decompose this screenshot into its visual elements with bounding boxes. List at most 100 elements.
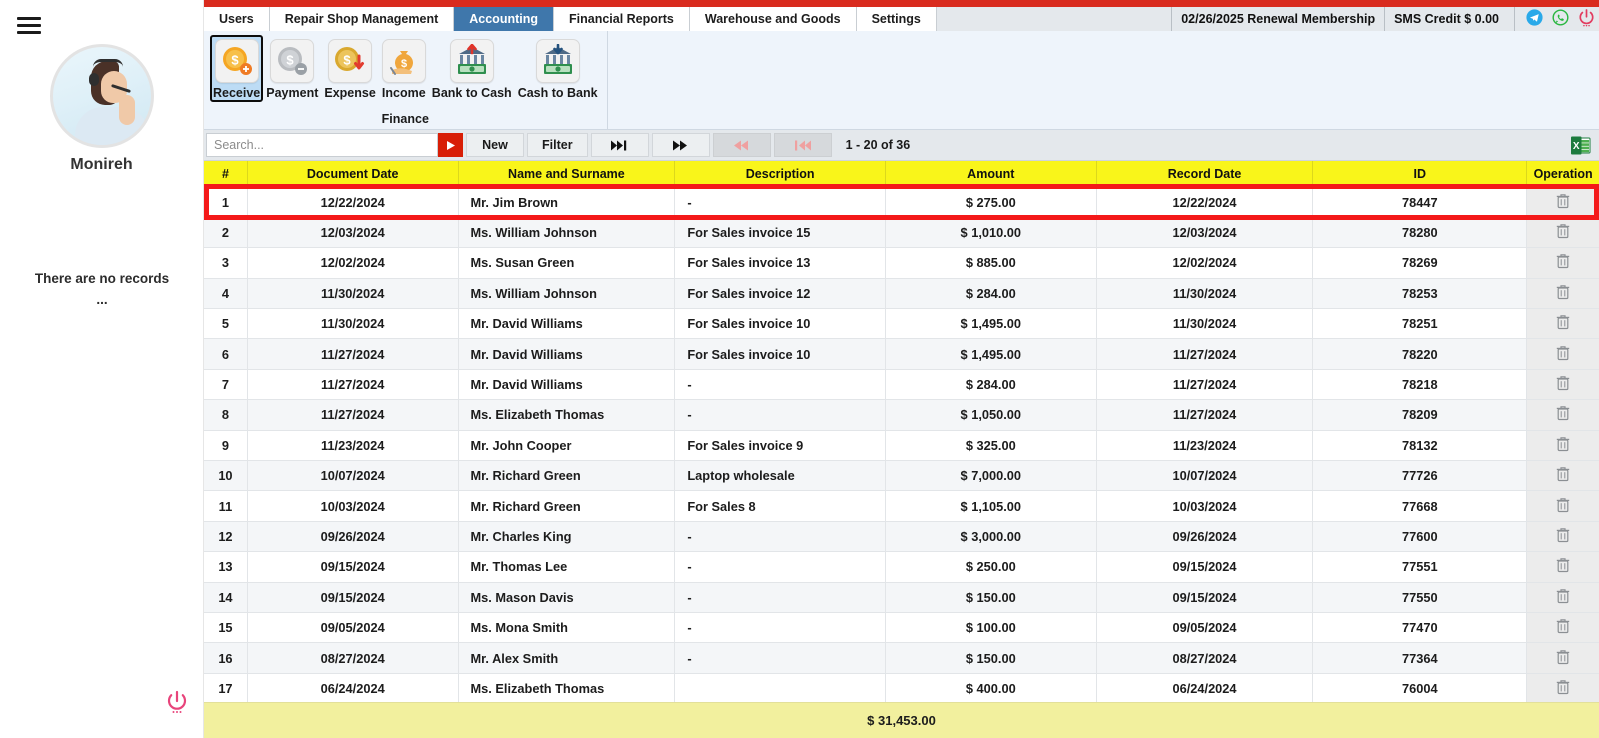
delete-row-button[interactable]	[1526, 430, 1599, 462]
table-row[interactable]: 4 11/30/2024 Ms. William Johnson For Sales …	[204, 278, 1599, 310]
col-header-name-surname[interactable]: Name and Surname	[458, 161, 676, 188]
trash-icon[interactable]	[1556, 619, 1570, 637]
excel-export-icon[interactable]: X	[1567, 130, 1593, 160]
tab-settings[interactable]: Settings	[856, 7, 937, 31]
cell-record-date: 11/27/2024	[1096, 369, 1314, 401]
trash-icon[interactable]	[1556, 254, 1570, 272]
ribbon-item-bank-to-cash[interactable]: Bank to Cash	[429, 35, 515, 102]
trash-icon[interactable]	[1556, 649, 1570, 668]
table-row[interactable]: 8 11/27/2024 Ms. Elizabeth Thomas - $ 1,050.…	[204, 399, 1599, 431]
table-row[interactable]: 1 12/22/2024 Mr. Jim Brown - $ 275.00 12/22/2…	[204, 187, 1599, 218]
bank-down-arrow-icon	[535, 39, 580, 83]
delete-row-button[interactable]	[1526, 338, 1599, 370]
trash-icon[interactable]	[1556, 224, 1570, 242]
trash-icon[interactable]	[1556, 406, 1570, 424]
filter-button[interactable]: Filter	[527, 133, 588, 157]
table-head: # Document Date Name and Surname Descrip…	[204, 161, 1599, 188]
tab-users[interactable]: Users	[204, 7, 270, 31]
delete-row-button[interactable]	[1526, 551, 1599, 583]
trash-icon[interactable]	[1556, 285, 1570, 303]
table-row[interactable]: 5 11/30/2024 Mr. David Williams For Sales i…	[204, 308, 1599, 340]
delete-row-button[interactable]	[1526, 642, 1599, 674]
table-row[interactable]: 12 09/26/2024 Mr. Charles King - $ 3,000.00 0…	[204, 521, 1599, 553]
ribbon-item-payment[interactable]: $ Payment	[263, 35, 321, 102]
cell-record-id: 78218	[1312, 369, 1528, 401]
trash-icon[interactable]	[1556, 528, 1570, 546]
power-icon[interactable]	[166, 690, 188, 714]
ribbon-items: $ Receive $ Payment $ Expense $ Income B…	[210, 35, 601, 102]
table-row[interactable]: 13 09/15/2024 Mr. Thomas Lee - $ 250.00 09/15…	[204, 551, 1599, 583]
delete-row-button[interactable]	[1526, 217, 1599, 249]
delete-row-button[interactable]	[1526, 399, 1599, 431]
new-button[interactable]: New	[466, 133, 524, 157]
col-header-record-date[interactable]: Record Date	[1096, 161, 1314, 188]
skip-next-icon[interactable]	[590, 133, 649, 157]
cell-record-date: 08/27/2024	[1096, 642, 1314, 674]
trash-icon[interactable]	[1556, 345, 1570, 364]
whatsapp-icon[interactable]	[1552, 9, 1569, 29]
table-row[interactable]: 15 09/05/2024 Ms. Mona Smith - $ 100.00 09/05…	[204, 612, 1599, 644]
trash-icon[interactable]	[1556, 315, 1570, 333]
table-row[interactable]: 10 10/07/2024 Mr. Richard Green Laptop whol…	[204, 460, 1599, 492]
ribbon-item-cash-to-bank[interactable]: Cash to Bank	[515, 35, 601, 102]
skip-first-icon[interactable]	[773, 133, 832, 157]
table-row[interactable]: 6 11/27/2024 Mr. David Williams For Sales i…	[204, 338, 1599, 370]
power-icon[interactable]	[1578, 8, 1595, 31]
tab-accounting[interactable]: Accounting	[454, 7, 554, 31]
cell-document-date: 11/23/2024	[247, 430, 459, 462]
table-row[interactable]: 9 11/23/2024 Mr. John Cooper For Sales invo…	[204, 430, 1599, 462]
search-go-button[interactable]	[438, 133, 463, 157]
tab-financial-reports[interactable]: Financial Reports	[554, 7, 690, 31]
delete-row-button[interactable]	[1526, 460, 1599, 492]
trash-icon[interactable]	[1556, 497, 1570, 516]
col-header-document-date[interactable]: Document Date	[247, 161, 459, 188]
delete-row-button[interactable]	[1526, 278, 1599, 310]
cell-name-surname: Ms. Mason Davis	[458, 582, 676, 613]
ribbon-item-expense[interactable]: $ Expense	[321, 35, 378, 102]
trash-icon[interactable]	[1556, 588, 1570, 607]
table-row[interactable]: 14 09/15/2024 Ms. Mason Davis - $ 150.00 09/1…	[204, 582, 1599, 613]
trash-icon[interactable]	[1556, 376, 1570, 394]
telegram-icon[interactable]	[1526, 9, 1543, 29]
avatar[interactable]	[49, 44, 154, 148]
delete-row-button[interactable]	[1526, 187, 1599, 218]
table-row[interactable]: 7 11/27/2024 Mr. David Williams - $ 284.00 11…	[204, 369, 1599, 401]
tab-warehouse-and-goods[interactable]: Warehouse and Goods	[689, 7, 857, 31]
trash-icon[interactable]	[1556, 193, 1570, 212]
search-box[interactable]	[206, 133, 438, 157]
cell-record-date: 10/07/2024	[1096, 460, 1314, 492]
sms-credit-status: SMS Credit $ 0.00	[1384, 7, 1508, 31]
trash-icon[interactable]	[1556, 437, 1570, 455]
trash-icon[interactable]	[1556, 680, 1570, 698]
ribbon-item-income[interactable]: $ Income	[379, 35, 429, 102]
header-right-zone: 02/26/2025 Renewal Membership SMS Credit…	[1171, 7, 1599, 31]
rewind-icon[interactable]	[712, 133, 771, 157]
trash-icon[interactable]	[1556, 467, 1570, 485]
ribbon-item-receive[interactable]: $ Receive	[210, 35, 264, 102]
table-row[interactable]: 11 10/03/2024 Mr. Richard Green For Sales 8…	[204, 490, 1599, 522]
trash-icon[interactable]	[1556, 558, 1570, 576]
delete-row-button[interactable]	[1526, 612, 1599, 644]
cell-record-number: 8	[204, 399, 248, 431]
col-header-description[interactable]: Description	[674, 161, 886, 188]
fast-forward-icon[interactable]	[651, 133, 710, 157]
table-row[interactable]: 3 12/02/2024 Ms. Susan Green For Sales invo…	[204, 247, 1599, 279]
delete-row-button[interactable]	[1526, 308, 1599, 340]
delete-row-button[interactable]	[1526, 369, 1599, 401]
delete-row-button[interactable]	[1526, 582, 1599, 613]
delete-row-button[interactable]	[1526, 490, 1599, 522]
tab-repair-shop-management[interactable]: Repair Shop Management	[269, 7, 455, 31]
col-header-number[interactable]: #	[204, 161, 248, 188]
col-header-id[interactable]: ID	[1312, 161, 1528, 188]
cell-document-date: 10/07/2024	[247, 460, 459, 492]
delete-row-button[interactable]	[1526, 247, 1599, 279]
delete-row-button[interactable]	[1526, 673, 1599, 705]
table-row[interactable]: 2 12/03/2024 Ms. William Johnson For Sales …	[204, 217, 1599, 249]
table-row[interactable]: 16 08/27/2024 Mr. Alex Smith - $ 150.00 08/27…	[204, 642, 1599, 674]
table-row[interactable]: 17 06/24/2024 Ms. Elizabeth Thomas $ 400.00…	[204, 673, 1599, 705]
col-header-amount[interactable]: Amount	[885, 161, 1097, 188]
search-input[interactable]	[214, 138, 430, 152]
ribbon-empty-area	[607, 31, 1599, 129]
hamburger-icon[interactable]	[17, 17, 41, 34]
delete-row-button[interactable]	[1526, 521, 1599, 553]
